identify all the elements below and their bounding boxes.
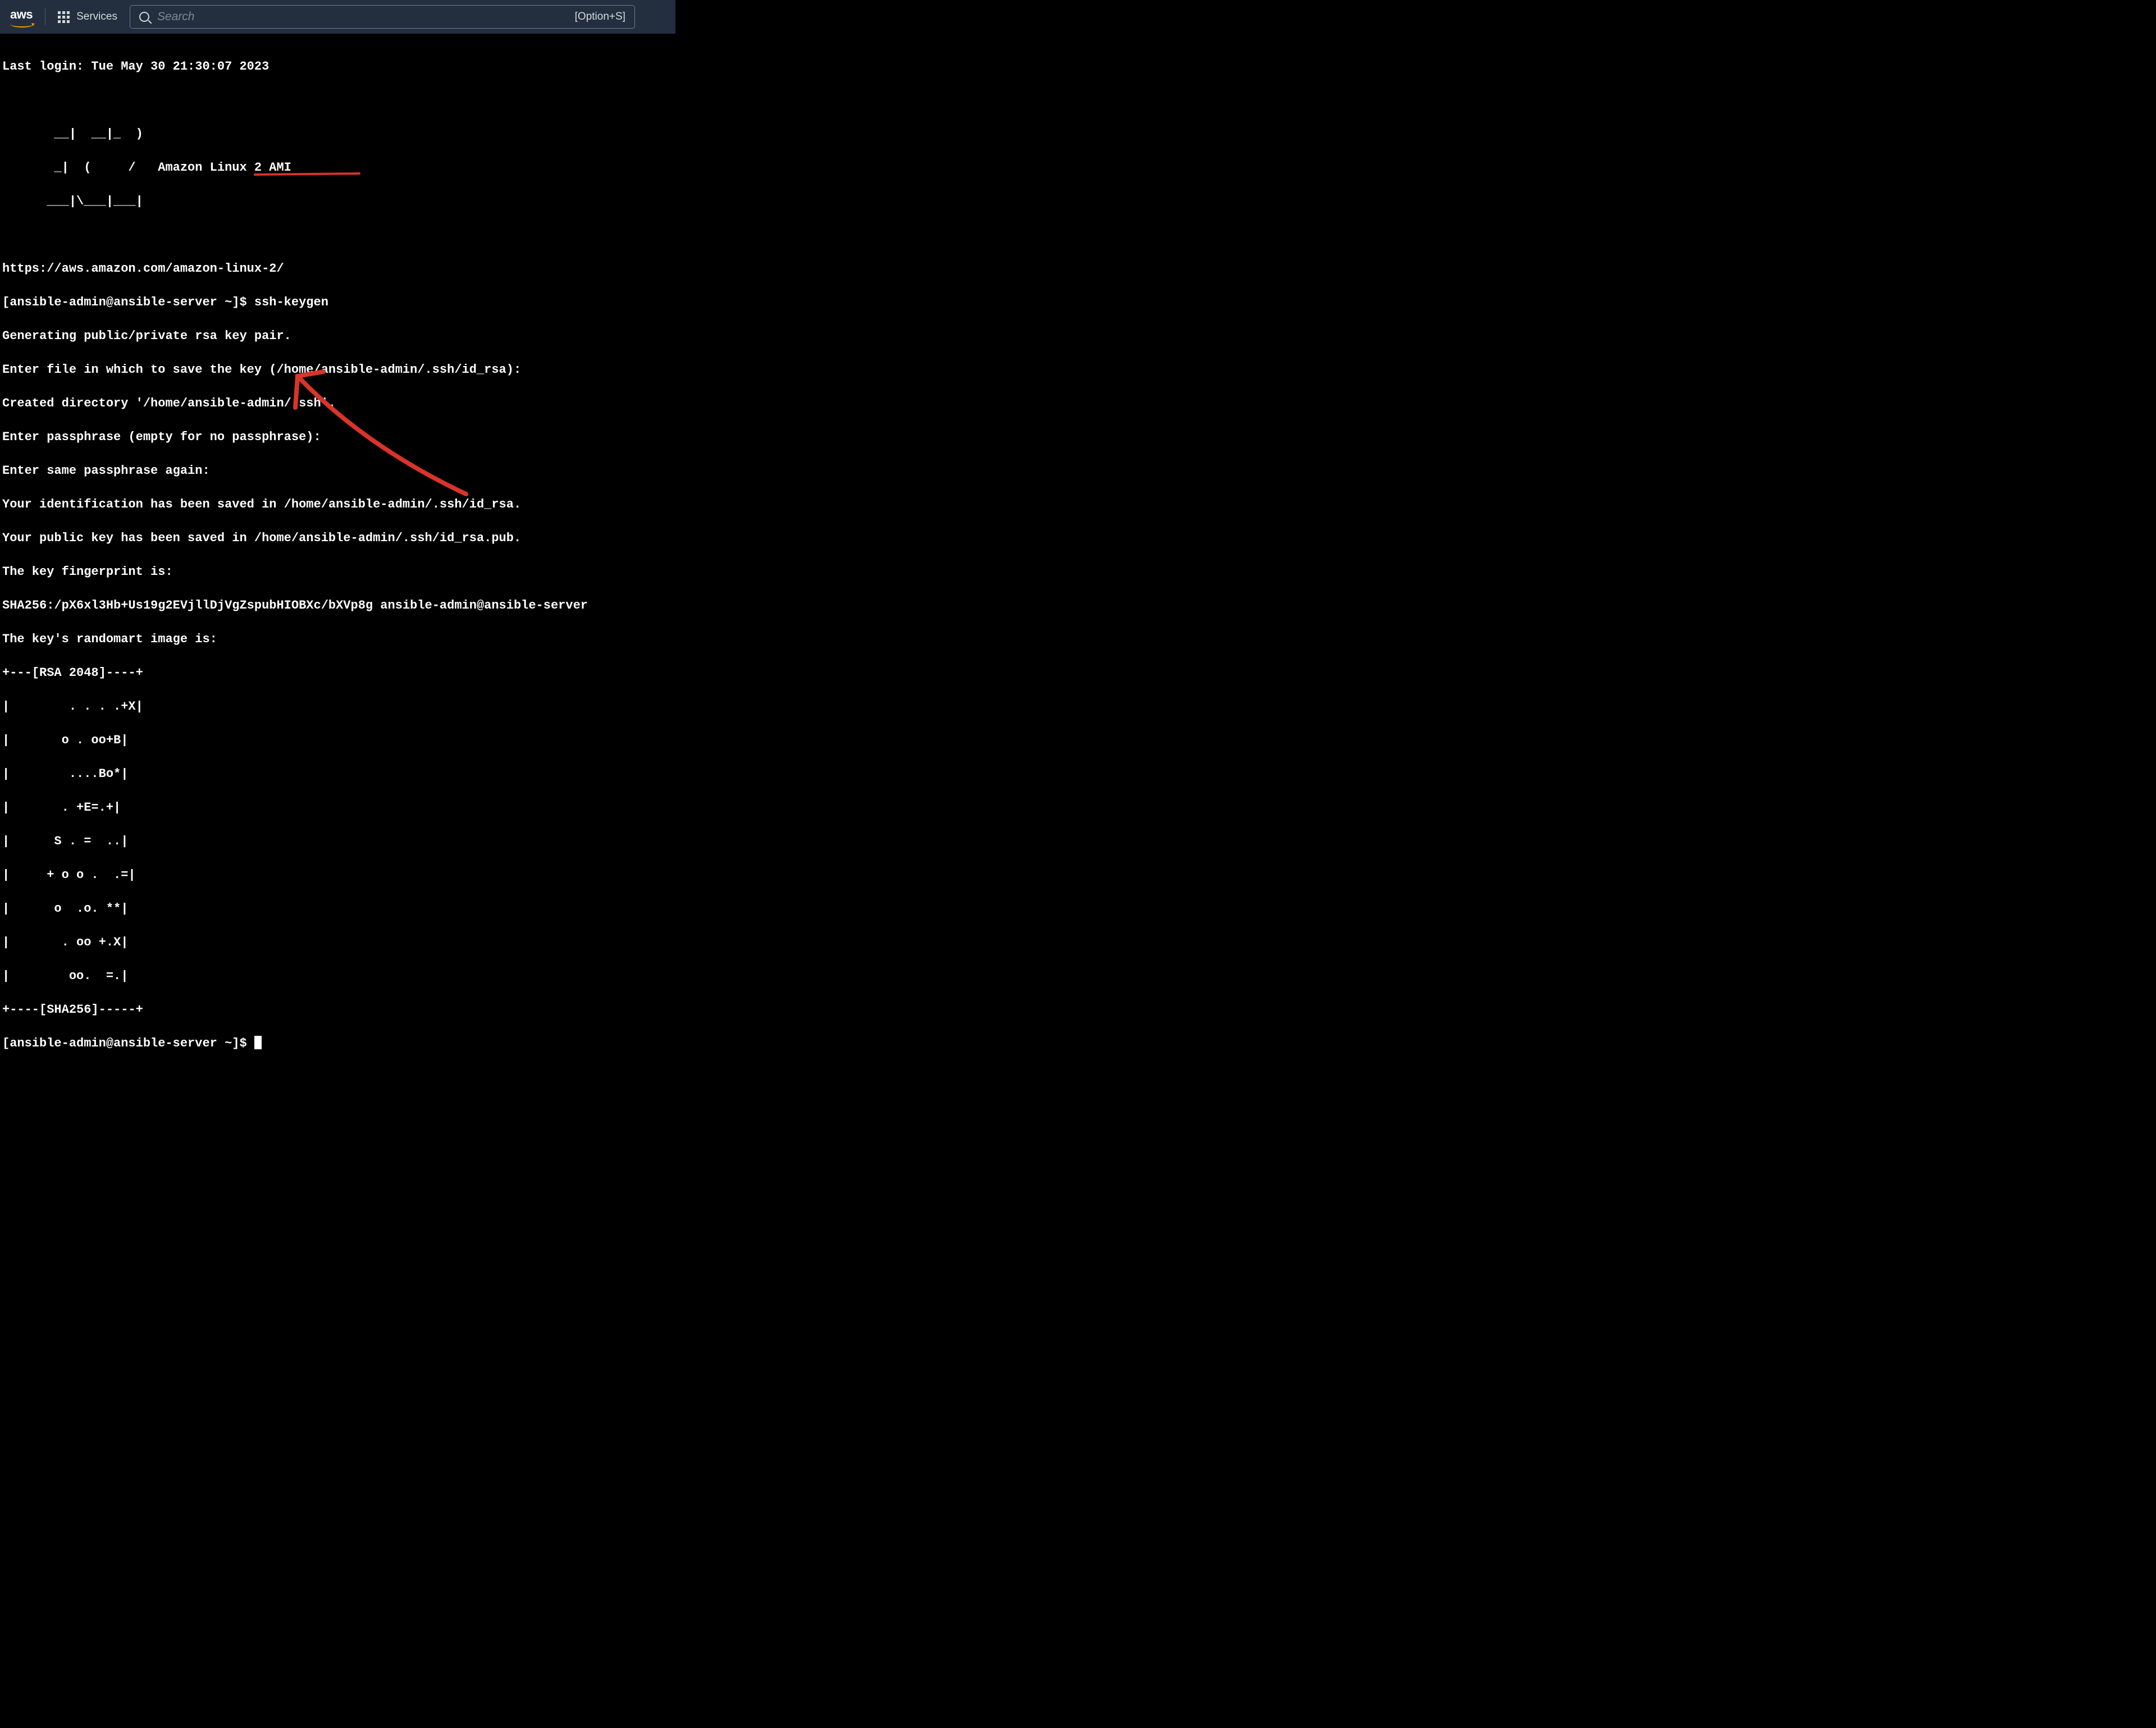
prompt-line-2: [ansible-admin@ansible-server ~]$	[2, 1035, 673, 1052]
randomart-line: | ....Bo*|	[2, 766, 673, 783]
services-label: Services	[76, 11, 117, 23]
blank-line	[2, 227, 673, 244]
ascii-art-line: __| __|_ )	[2, 126, 673, 143]
aws-logo-text: aws	[10, 7, 33, 21]
output-line: Enter file in which to save the key (/ho…	[2, 362, 673, 378]
randomart-line: +----[SHA256]-----+	[2, 1002, 673, 1018]
output-line: Enter passphrase (empty for no passphras…	[2, 429, 673, 446]
output-line: The key's randomart image is:	[2, 631, 673, 648]
output-line: Created directory '/home/ansible-admin/.…	[2, 395, 673, 412]
randomart-line: | . oo +.X|	[2, 934, 673, 951]
aws-url-line: https://aws.amazon.com/amazon-linux-2/	[2, 260, 673, 277]
randomart-line: | oo. =.|	[2, 968, 673, 985]
output-line: SHA256:/pX6xl3Hb+Us19g2EVjllDjVgZspubHIO…	[2, 597, 673, 614]
output-line: Your identification has been saved in /h…	[2, 496, 673, 513]
search-input[interactable]	[157, 10, 567, 24]
services-button[interactable]: Services	[58, 11, 117, 23]
randomart-line: | . +E=.+|	[2, 799, 673, 816]
last-login-line: Last login: Tue May 30 21:30:07 2023	[2, 58, 673, 75]
output-line: Your public key has been saved in /home/…	[2, 530, 673, 547]
search-icon	[139, 12, 149, 22]
search-shortcut-hint: [Option+S]	[575, 11, 625, 23]
randomart-line: | + o o . .=|	[2, 867, 673, 884]
aws-swoosh-arrow-icon	[31, 22, 35, 26]
prompt-prefix: [ansible-admin@ansible-server ~]$	[2, 295, 254, 309]
randomart-line: | o . oo+B|	[2, 732, 673, 749]
blank-line	[2, 92, 673, 109]
output-line: Enter same passphrase again:	[2, 463, 673, 479]
randomart-line: | o .o. **|	[2, 900, 673, 917]
search-bar[interactable]: [Option+S]	[130, 5, 635, 29]
services-grid-icon	[58, 11, 70, 23]
prompt-line-1: [ansible-admin@ansible-server ~]$ ssh-ke…	[2, 294, 673, 311]
terminal-output[interactable]: Last login: Tue May 30 21:30:07 2023 __|…	[0, 34, 675, 1122]
randomart-line: | S . = ..|	[2, 833, 673, 850]
prompt-prefix: [ansible-admin@ansible-server ~]$	[2, 1036, 254, 1050]
randomart-line: +---[RSA 2048]----+	[2, 665, 673, 682]
aws-header: aws Services [Option+S]	[0, 0, 675, 34]
aws-swoosh-icon	[10, 21, 34, 28]
randomart-line: | . . . .+X|	[2, 698, 673, 715]
output-line: The key fingerprint is:	[2, 564, 673, 580]
prompt-command: ssh-keygen	[254, 295, 328, 309]
output-line: Generating public/private rsa key pair.	[2, 328, 673, 345]
terminal-cursor	[254, 1036, 262, 1049]
ascii-art-line: ___|\___|___|	[2, 193, 673, 210]
aws-logo[interactable]: aws	[10, 7, 33, 26]
